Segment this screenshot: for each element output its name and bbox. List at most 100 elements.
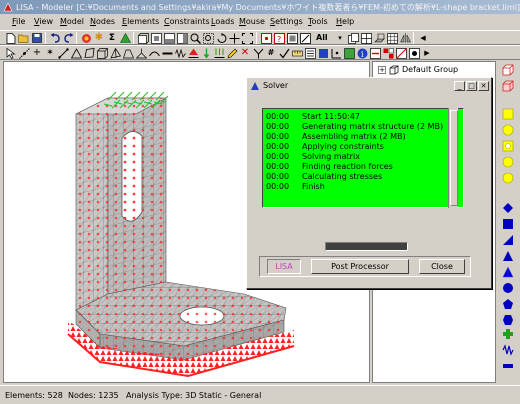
view-side-icon[interactable] [176,32,188,44]
dropdown-icon[interactable]: ▾ [334,32,346,44]
sigma-icon[interactable]: Σ [106,32,118,44]
redo-icon[interactable] [62,32,74,44]
menu-constraints[interactable]: Constraints [164,17,210,26]
yellow-square-icon[interactable] [501,107,515,121]
zoom-icon[interactable] [189,32,201,44]
solver-title-bar[interactable]: Solver _ □ ✕ [248,79,490,93]
menu-nodes[interactable]: Nodes [90,17,115,26]
close-window-button[interactable]: ✕ [478,81,489,91]
solver-log[interactable]: 00:00 Start 11:50:47 00:00 Generating matr… [262,108,464,208]
yellow-octagon-icon[interactable] [501,123,515,137]
select-element-icon[interactable] [286,32,298,44]
fem-model-icon[interactable] [80,32,92,44]
yellow-ring-icon[interactable] [501,139,515,153]
zoom-window-icon[interactable] [202,32,214,44]
copy-icon[interactable] [347,32,359,44]
triangle-element-icon[interactable] [70,47,82,59]
blue-pentagon-icon[interactable] [501,297,515,311]
tree-expand-icon[interactable]: + [378,66,386,74]
edit-icon[interactable] [226,47,238,59]
menu-elements[interactable]: Elements [122,17,159,26]
solve-icon[interactable] [119,32,131,44]
pan-icon[interactable] [228,32,240,44]
material-icon[interactable] [343,47,355,59]
menu-mouse[interactable]: Mouse [239,17,265,26]
yellow-disc-icon[interactable] [501,171,515,185]
view-front-icon[interactable] [163,32,175,44]
blue-circle-icon[interactable] [501,281,515,295]
measure-icon[interactable] [291,47,303,59]
rotate-icon[interactable] [215,32,227,44]
menu-view[interactable]: View [34,17,53,26]
blue-prism-icon[interactable] [501,249,515,263]
close-button[interactable]: Close [419,259,465,274]
maximize-button[interactable]: □ [466,81,477,91]
info-icon[interactable]: i [356,47,368,59]
new-file-icon[interactable] [5,32,17,44]
blue-spring-icon[interactable] [501,343,515,357]
prism-element-icon[interactable] [135,47,147,59]
shell-element-icon[interactable] [148,47,160,59]
hex-element-icon[interactable] [96,47,108,59]
fit-icon[interactable] [241,32,253,44]
spring-element-icon[interactable] [174,47,186,59]
blue-node-icon[interactable] [317,47,329,59]
blue-diamond-icon[interactable] [501,201,515,215]
menu-loads[interactable]: Loads [211,17,234,26]
solver-dialog[interactable]: Solver _ □ ✕ 00:00 Start 11:50:47 00:00 Ge… [246,77,492,289]
add-node-icon[interactable]: + [31,47,43,59]
node-select-icon[interactable] [18,47,30,59]
mesh-icon[interactable] [360,32,372,44]
blue-pyramid-icon[interactable] [501,265,515,279]
green-cross-icon[interactable] [501,327,515,341]
refine-icon[interactable] [386,32,398,44]
beam-element-icon[interactable] [161,47,173,59]
toolbar-scroll-right-icon[interactable]: ▶ [421,47,433,59]
select-node-icon[interactable] [260,32,272,44]
node-list-icon[interactable] [304,47,316,59]
coordinates-icon[interactable] [330,47,342,59]
log-scrollbar[interactable] [448,108,458,208]
renumber-icon[interactable]: # [265,47,277,59]
yellow-circle-icon[interactable] [501,155,515,169]
select-all-label[interactable]: All [316,33,328,42]
extrude-icon[interactable] [373,32,385,44]
post-processor-button[interactable]: Post Processor [311,259,409,274]
force-load-icon[interactable] [200,47,212,59]
view-box-icon[interactable] [137,32,149,44]
check-icon[interactable] [278,47,290,59]
menu-help[interactable]: Help [336,17,354,26]
element-box-icon[interactable] [501,79,515,93]
blue-cube-icon[interactable] [501,217,515,231]
menu-tools[interactable]: Tools [308,17,328,26]
tree-item-default-group[interactable]: Default Group [402,65,458,74]
merge-icon[interactable] [252,47,264,59]
menu-model[interactable]: Model [60,17,84,26]
toolbar-scroll-left-icon[interactable]: ◀ [417,32,429,44]
node-dot-icon[interactable]: ✶ [44,47,56,59]
fix-constraint-icon[interactable] [187,47,199,59]
blue-hexagon-icon[interactable] [501,313,515,327]
wedge-element-icon[interactable] [122,47,134,59]
properties-icon[interactable] [369,47,381,59]
line-element-icon[interactable] [57,47,69,59]
blue-beam-icon[interactable] [501,359,515,373]
undo-icon[interactable] [49,32,61,44]
group-icon[interactable] [382,47,394,59]
mirror-icon[interactable] [399,32,411,44]
pointer-icon[interactable] [5,47,17,59]
tetra-element-icon[interactable] [109,47,121,59]
save-icon[interactable] [31,32,43,44]
quad-element-icon[interactable] [83,47,95,59]
pressure-load-icon[interactable] [213,47,225,59]
delete-icon[interactable]: ✕ [239,47,251,59]
view-top-icon[interactable] [150,32,162,44]
select-face-icon[interactable] [299,32,311,44]
hide-icon[interactable] [395,47,407,59]
blue-wedge-icon[interactable] [501,233,515,247]
log-scroll-thumb[interactable] [450,110,458,206]
element-cube-icon[interactable] [501,63,515,77]
minimize-button[interactable]: _ [454,81,465,91]
open-folder-icon[interactable] [18,32,30,44]
help-icon[interactable]: ? [273,32,285,44]
